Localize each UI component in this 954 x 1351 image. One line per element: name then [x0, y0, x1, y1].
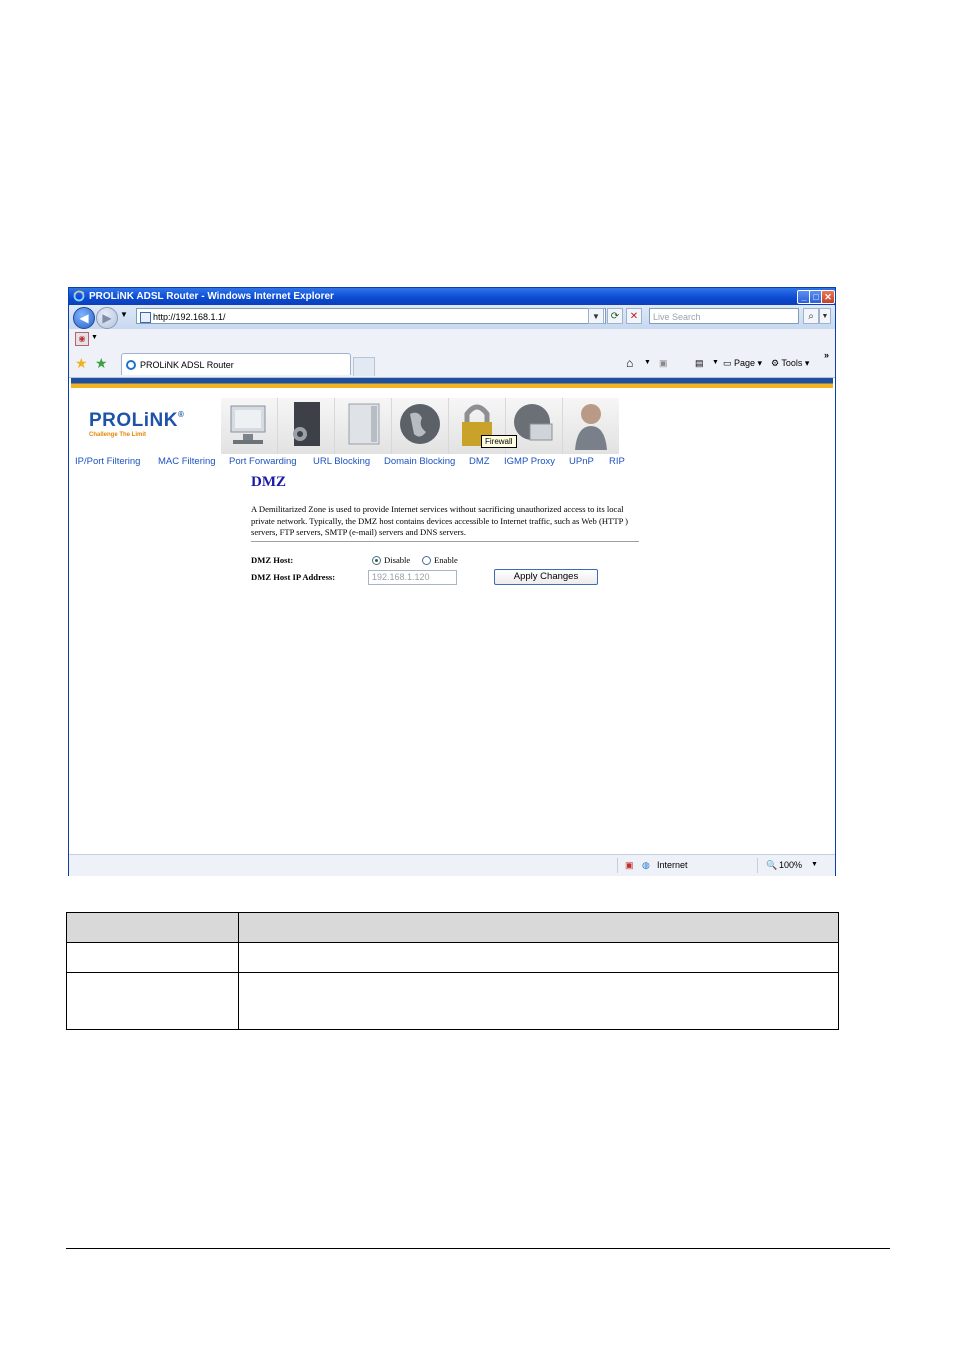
page-header-stripe	[71, 378, 833, 388]
subnav-ip-port-filtering[interactable]: IP/Port Filtering	[75, 456, 140, 467]
subnav-mac-filtering[interactable]: MAC Filtering	[158, 456, 216, 467]
table-row	[66, 972, 839, 1030]
subnav-upnp[interactable]: UPnP	[569, 456, 594, 467]
more-commands-icon[interactable]: »	[824, 341, 829, 369]
ie-logo-icon	[73, 290, 85, 302]
address-toolbar: ◀ ▶ ▼ http://192.168.1.1/ ▼ ⟳ ✕ Live Sea…	[69, 305, 835, 330]
tools-menu-label: Tools	[781, 358, 803, 368]
protected-mode-icon[interactable]: ▣	[625, 855, 634, 875]
stop-icon[interactable]: ✕	[626, 308, 642, 324]
new-tab-button[interactable]	[353, 357, 375, 376]
tab-label: PROLiNK ADSL Router	[140, 360, 234, 370]
subnav-url-blocking[interactable]: URL Blocking	[313, 456, 370, 467]
internet-zone-icon: ◍	[642, 860, 650, 870]
dmz-host-label: DMZ Host:	[251, 555, 294, 565]
footer-rule	[66, 1248, 890, 1249]
table-cell	[66, 912, 239, 943]
dmz-description: A Demilitarized Zone is used to provide …	[251, 504, 629, 537]
address-input[interactable]: http://192.168.1.1/	[136, 308, 606, 324]
search-icon[interactable]: ⌕	[803, 308, 819, 324]
firewall-tooltip: Firewall	[481, 435, 517, 448]
zoom-dropdown-icon[interactable]: ▼	[811, 855, 818, 875]
zoom-level[interactable]: 100%	[779, 855, 802, 875]
addons-dropdown-icon[interactable]: ▼	[91, 334, 98, 341]
dmz-enable-radio[interactable]	[422, 556, 431, 565]
dmz-ip-label: DMZ Host IP Address:	[251, 572, 336, 582]
search-placeholder: Live Search	[653, 312, 701, 322]
internet-icon[interactable]	[392, 398, 449, 454]
table-header-row	[66, 912, 839, 943]
zoom-icon[interactable]: 🔍	[766, 855, 777, 875]
home-dropdown-icon[interactable]: ▼	[644, 349, 651, 377]
links-bar: ◉ ▼	[69, 329, 835, 350]
history-dropdown-icon[interactable]: ▼	[120, 310, 128, 319]
address-url: http://192.168.1.1/	[153, 312, 226, 322]
page-title: DMZ	[251, 474, 286, 490]
logo-registered-mark: ®	[178, 410, 185, 419]
firewall-subnav: IP/Port Filtering MAC Filtering Port For…	[71, 456, 833, 472]
tools-menu[interactable]: ⚙ Tools ▾	[771, 349, 809, 377]
print-icon[interactable]: ▤	[695, 349, 704, 377]
dmz-ip-input[interactable]: 192.168.1.120	[368, 570, 457, 585]
subnav-rip[interactable]: RIP	[609, 456, 625, 467]
search-input[interactable]: Live Search	[649, 308, 799, 324]
ie-addons-icon[interactable]: ◉	[75, 332, 89, 346]
home-icon[interactable]: ⌂	[626, 349, 633, 377]
dmz-enable-label: Enable	[434, 555, 458, 565]
logo-tagline: Challenge The Limit	[89, 432, 147, 438]
back-button[interactable]: ◀	[73, 307, 95, 329]
page-menu[interactable]: ▭ Page ▾	[723, 349, 762, 377]
tab-bar: ★ ★ PROLiNK ADSL Router ⌂ ▼ ▣ ▤ ▼ ▭ Page…	[69, 349, 835, 378]
table-cell	[238, 972, 839, 1030]
apply-changes-button[interactable]: Apply Changes	[494, 569, 598, 585]
admin-icon[interactable]	[563, 398, 619, 454]
subnav-dmz[interactable]: DMZ	[469, 456, 490, 467]
subnav-port-forwarding[interactable]: Port Forwarding	[229, 456, 297, 467]
tab-prolink-router[interactable]: PROLiNK ADSL Router	[121, 353, 351, 375]
title-bar: PROLiNK ADSL Router - Windows Internet E…	[69, 288, 835, 305]
address-dropdown-icon[interactable]: ▼	[588, 308, 604, 324]
document-table	[66, 912, 839, 1030]
divider	[251, 541, 639, 542]
refresh-icon[interactable]: ⟳	[607, 308, 623, 324]
status-separator	[617, 858, 618, 873]
tab-ie-icon	[126, 360, 136, 370]
browser-window: PROLiNK ADSL Router - Windows Internet E…	[68, 287, 836, 876]
table-cell	[238, 912, 839, 943]
subnav-igmp-proxy[interactable]: IGMP Proxy	[504, 456, 555, 467]
internet-zone-label: Internet	[657, 860, 688, 870]
forward-button[interactable]: ▶	[96, 307, 118, 329]
table-cell	[66, 942, 239, 973]
table-row	[66, 942, 839, 973]
close-button[interactable]: ✕	[821, 290, 835, 304]
window-title: PROLiNK ADSL Router - Windows Internet E…	[89, 291, 334, 302]
status-separator-2	[757, 858, 758, 873]
status-icon[interactable]	[221, 398, 278, 454]
add-favorites-icon[interactable]: ★	[95, 355, 108, 372]
page-menu-label: Page	[734, 358, 756, 368]
subnav-domain-blocking[interactable]: Domain Blocking	[384, 456, 455, 467]
status-bar: ▣ ◍ Internet 🔍 100% ▼	[69, 854, 835, 876]
setup-icon[interactable]	[278, 398, 335, 454]
table-cell	[66, 972, 239, 1030]
dmz-disable-label: Disable	[384, 555, 411, 565]
feeds-icon[interactable]: ▣	[659, 349, 668, 377]
page-icon	[140, 312, 151, 323]
prolink-logo: PROLiNK®	[89, 410, 184, 432]
storage-icon[interactable]	[335, 398, 392, 454]
search-options-icon[interactable]: ▼	[819, 308, 831, 324]
print-dropdown-icon[interactable]: ▼	[712, 349, 719, 377]
logo-text: PROLiNK	[89, 410, 178, 431]
favorites-star-icon[interactable]: ★	[75, 355, 88, 372]
dmz-disable-radio[interactable]	[372, 556, 381, 565]
table-cell	[238, 942, 839, 973]
